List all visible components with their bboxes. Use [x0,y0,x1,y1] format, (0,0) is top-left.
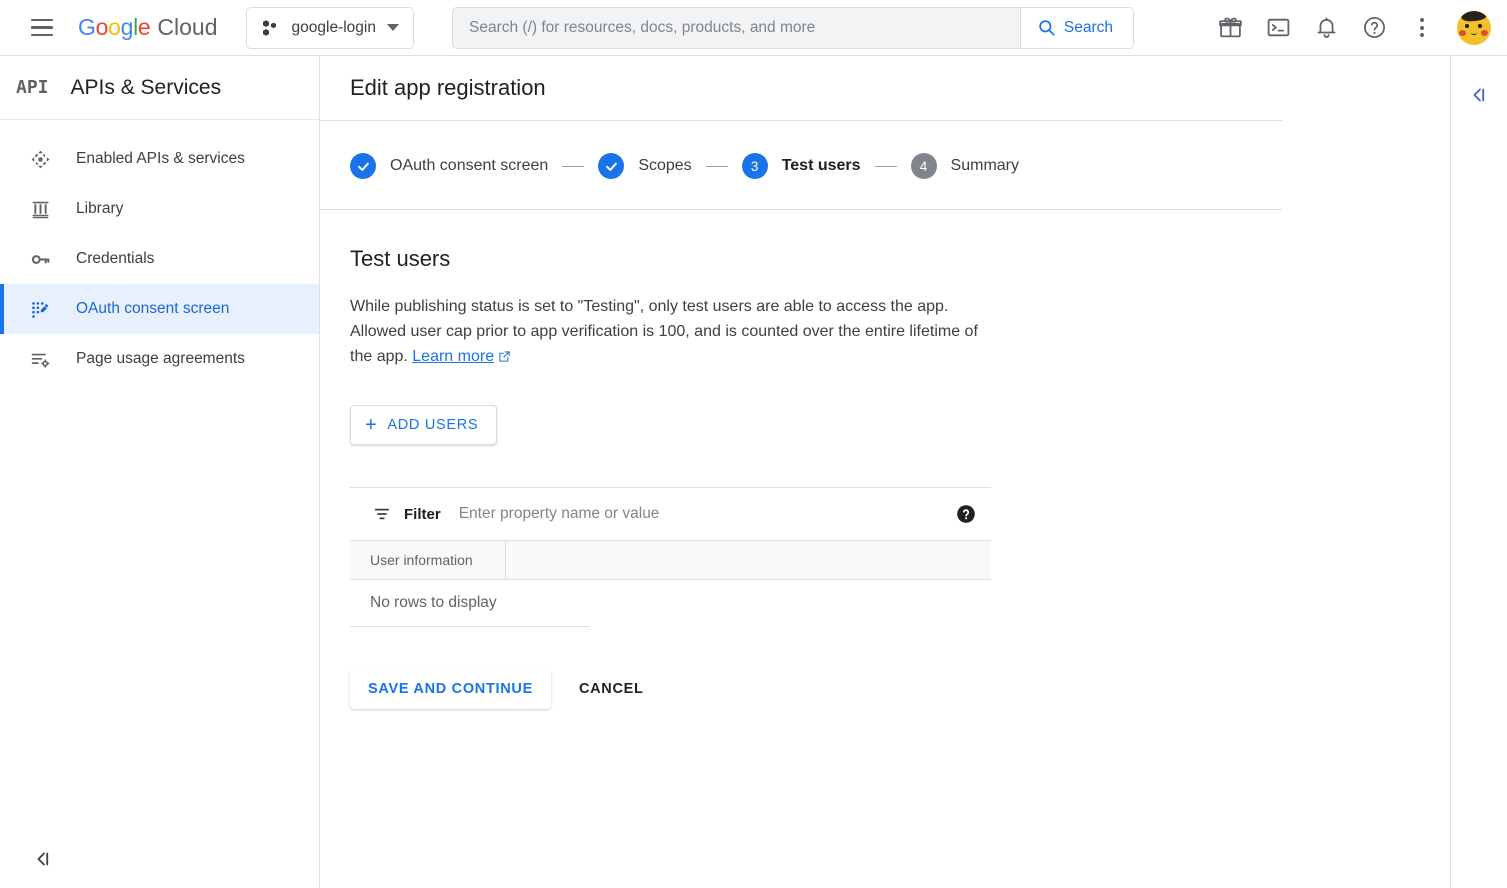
avatar-eye-right [1478,23,1482,28]
step-oauth-consent-screen[interactable]: OAuth consent screen [350,153,548,179]
step-4-label: Summary [950,157,1019,174]
top-bar-actions [1208,6,1507,50]
project-dots-icon [262,19,276,36]
top-app-bar: Google Cloud google-login Search [0,0,1507,56]
table-empty-state: No rows to display [370,594,497,611]
search-button-label: Search [1063,18,1113,36]
form-actions: SAVE AND CONTINUE CANCEL [350,669,1450,709]
section-description: While publishing status is set to "Testi… [350,294,995,371]
step-1-status-icon [350,153,376,179]
sidebar-item-library[interactable]: Library [0,184,319,234]
step-connector [562,165,585,167]
wizard-stepper: OAuth consent screen Scopes 3 Test users… [320,121,1450,179]
page-title: Edit app registration [350,75,546,100]
step-4-number: 4 [910,153,937,179]
step-scopes[interactable]: Scopes [598,153,692,179]
step-connector [705,165,728,167]
page-header: Edit app registration [320,56,1450,120]
sidebar-title: APIs & Services [70,75,222,99]
sidebar-item-oauth-consent-screen[interactable]: OAuth consent screen [0,284,319,334]
help-circle-icon[interactable] [1352,6,1396,50]
avatar-hair [1460,10,1488,22]
hamburger-menu-icon[interactable] [18,4,66,52]
step-summary[interactable]: 4 Summary [910,153,1019,179]
sidebar-header: API APIs & Services [0,56,319,120]
help-filled-icon[interactable] [955,503,977,525]
step-3-label: Test users [781,157,861,174]
right-panel-toggle-button[interactable] [1458,74,1500,116]
main-content: Edit app registration OAuth consent scre… [320,56,1451,888]
plus-icon: + [365,414,378,436]
page-agreements-icon [28,347,52,371]
sidebar-item-label: Enabled APIs & services [76,150,245,167]
google-wordmark: Google [78,14,151,40]
step-1-label: OAuth consent screen [390,157,549,174]
collapse-right-panel-icon [1473,88,1485,102]
column-header-user-information[interactable]: User information [350,552,505,568]
consent-screen-icon [28,297,52,321]
sidebar-nav-list: Enabled APIs & services Library Credenti… [0,120,319,384]
sidebar-item-label: OAuth consent screen [76,300,230,317]
project-name: google-login [291,18,376,36]
bell-icon[interactable] [1304,6,1348,50]
filter-bar: Filter [350,488,991,540]
column-divider[interactable] [505,541,506,579]
avatar-cheek-right [1481,29,1488,36]
collapse-left-icon [37,852,49,866]
user-avatar[interactable] [1457,10,1491,45]
step-3-number: 3 [741,153,768,179]
add-users-button[interactable]: + ADD USERS [350,405,498,445]
step-2-label: Scopes [638,157,692,174]
sidebar-item-label: Library [76,200,124,217]
step-test-users[interactable]: 3 Test users [741,153,861,179]
api-product-icon: API [16,77,49,98]
step-2-status-icon [598,153,625,179]
external-link-icon [498,346,511,371]
filter-input[interactable] [458,505,955,523]
sidebar-item-page-usage-agreements[interactable]: Page usage agreements [0,334,319,384]
cloud-wordmark: Cloud [157,14,218,40]
sidebar-item-credentials[interactable]: Credentials [0,234,319,284]
sidebar-item-label: Credentials [76,250,155,267]
save-and-continue-button[interactable]: SAVE AND CONTINUE [350,669,551,709]
dashboard-arrows-icon [28,147,52,171]
step-connector [874,165,897,167]
sidebar-item-label: Page usage agreements [76,350,245,367]
filter-icon [372,505,392,523]
sidebar-collapse-button[interactable] [22,838,64,880]
global-search: Search [451,6,1134,49]
search-icon [1039,20,1055,36]
search-input[interactable] [452,7,1020,48]
cancel-button[interactable]: CANCEL [567,669,656,709]
chevron-down-icon [386,24,399,31]
kebab-menu-icon[interactable] [1400,6,1444,50]
test-users-table-card: Filter User information No rows to displ… [350,487,991,627]
key-icon [28,247,52,271]
gift-icon[interactable] [1208,6,1252,50]
filter-label: Filter [404,505,441,523]
search-button[interactable]: Search [1019,7,1133,48]
learn-more-link[interactable]: Learn more [412,348,494,365]
project-selector[interactable]: google-login [245,6,414,49]
test-users-section: Test users While publishing status is se… [320,210,1450,709]
avatar-cheek-left [1459,29,1466,36]
google-cloud-logo[interactable]: Google Cloud [78,14,218,41]
avatar-mouth [1471,30,1477,35]
section-title: Test users [350,246,451,271]
avatar-eye-left [1465,23,1469,28]
right-side-panel [1451,56,1507,888]
sidebar: API APIs & Services Enabled APIs & servi… [0,56,320,888]
add-users-label: ADD USERS [387,417,479,433]
library-pillars-icon [28,197,52,221]
table-header-row: User information [350,540,991,580]
table-bottom-divider [350,626,590,627]
cloud-shell-icon[interactable] [1256,6,1300,50]
sidebar-item-enabled-apis[interactable]: Enabled APIs & services [0,134,319,184]
